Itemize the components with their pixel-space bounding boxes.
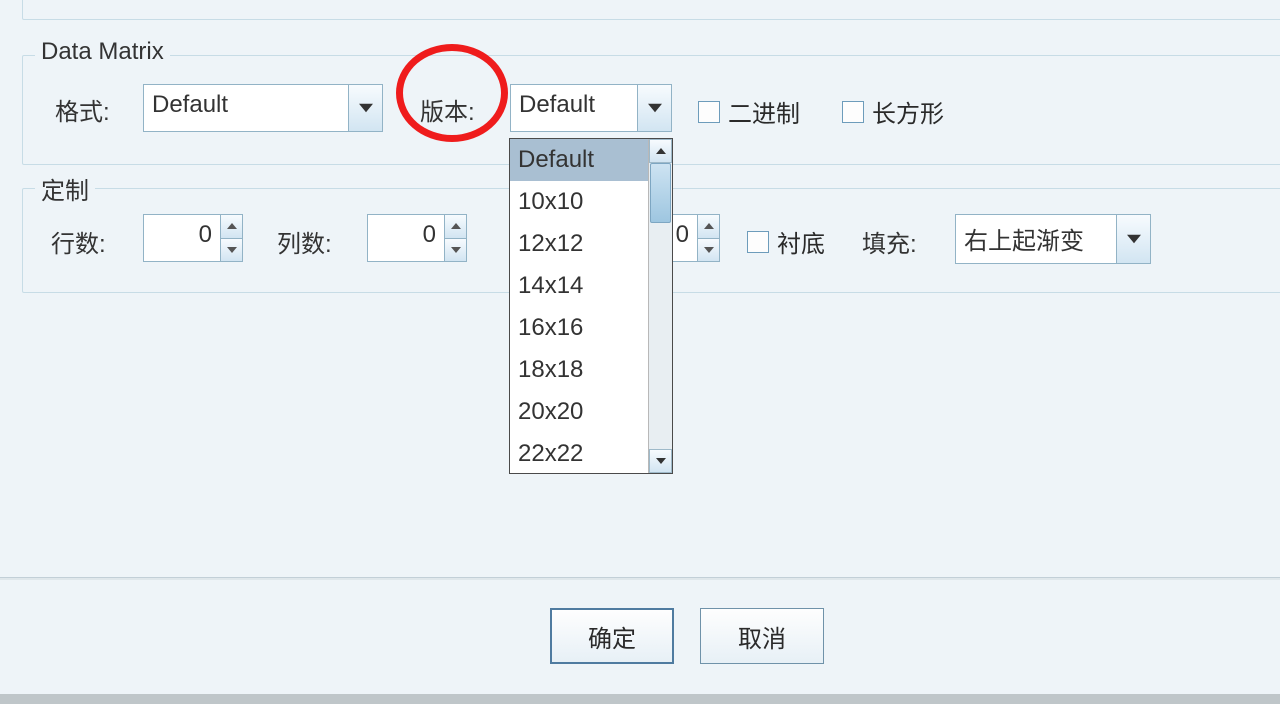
format-label: 格式: [55,92,110,127]
cols-spinner-value: 0 [368,215,444,261]
footer-separator [0,577,1280,580]
dropdown-option[interactable]: 12x12 [510,223,648,265]
rows-spinner-value: 0 [144,215,220,261]
substrate-checkbox[interactable]: 衬底 [747,224,825,259]
fill-combo[interactable]: 右上起渐变 [955,214,1151,264]
binary-checkbox-label: 二进制 [728,94,800,129]
dropdown-option[interactable]: 18x18 [510,349,648,391]
format-combo-button[interactable] [348,85,382,131]
ok-button[interactable]: 确定 [550,608,674,664]
dropdown-option[interactable]: 16x16 [510,307,648,349]
cancel-button[interactable]: 取消 [700,608,824,664]
dropdown-option[interactable]: 22x22 [510,433,648,473]
scroll-down-button[interactable] [649,449,672,473]
scroll-up-button[interactable] [649,139,672,163]
dropdown-option[interactable]: Default [510,139,648,181]
cols-spinner[interactable]: 0 [367,214,467,262]
format-combo-text: Default [144,85,348,131]
version-combo[interactable]: Default [510,84,672,132]
chevron-down-icon [1127,232,1141,246]
cancel-button-label: 取消 [738,619,786,654]
custom-legend: 定制 [35,171,95,206]
version-dropdown-list[interactable]: Default 10x10 12x12 14x14 16x16 18x18 20… [509,138,673,474]
cols-spinner-up[interactable] [445,215,466,238]
chevron-up-icon [656,146,666,156]
dropdown-option[interactable]: 20x20 [510,391,648,433]
hidden-spinner-up[interactable] [698,215,719,238]
chevron-down-icon [451,245,461,255]
version-dropdown-options: Default 10x10 12x12 14x14 16x16 18x18 20… [510,139,648,473]
checkbox-box-icon [747,231,769,253]
version-label: 版本: [420,92,475,127]
fill-combo-text: 右上起渐变 [956,215,1116,263]
chevron-down-icon [704,245,714,255]
rows-spinner-down[interactable] [221,238,242,262]
scroll-track[interactable] [649,163,672,449]
dropdown-scrollbar[interactable] [648,139,672,473]
chevron-up-icon [451,221,461,231]
version-combo-text: Default [511,85,637,131]
checkbox-box-icon [698,101,720,123]
ok-button-label: 确定 [588,619,636,654]
rows-spinner-up[interactable] [221,215,242,238]
datamatrix-legend: Data Matrix [35,38,170,66]
fill-combo-button[interactable] [1116,215,1150,263]
window-bottom-edge [0,694,1280,704]
rows-label: 行数: [51,224,106,259]
dropdown-option[interactable]: 14x14 [510,265,648,307]
version-combo-button[interactable] [637,85,671,131]
cols-label: 列数: [277,224,332,259]
cols-spinner-down[interactable] [445,238,466,262]
chevron-up-icon [704,221,714,231]
rectangle-checkbox-label: 长方形 [872,94,944,129]
substrate-checkbox-label: 衬底 [777,224,825,259]
hidden-spinner-down[interactable] [698,238,719,262]
checkbox-box-icon [842,101,864,123]
chevron-down-icon [648,101,662,115]
chevron-down-icon [656,456,666,466]
rectangle-checkbox[interactable]: 长方形 [842,94,944,129]
dropdown-option[interactable]: 10x10 [510,181,648,223]
scroll-thumb[interactable] [650,163,671,223]
format-combo[interactable]: Default [143,84,383,132]
rows-spinner[interactable]: 0 [143,214,243,262]
fill-label: 填充: [862,224,917,259]
chevron-down-icon [227,245,237,255]
prev-group-box [22,0,1280,20]
binary-checkbox[interactable]: 二进制 [698,94,800,129]
chevron-up-icon [227,221,237,231]
chevron-down-icon [359,101,373,115]
